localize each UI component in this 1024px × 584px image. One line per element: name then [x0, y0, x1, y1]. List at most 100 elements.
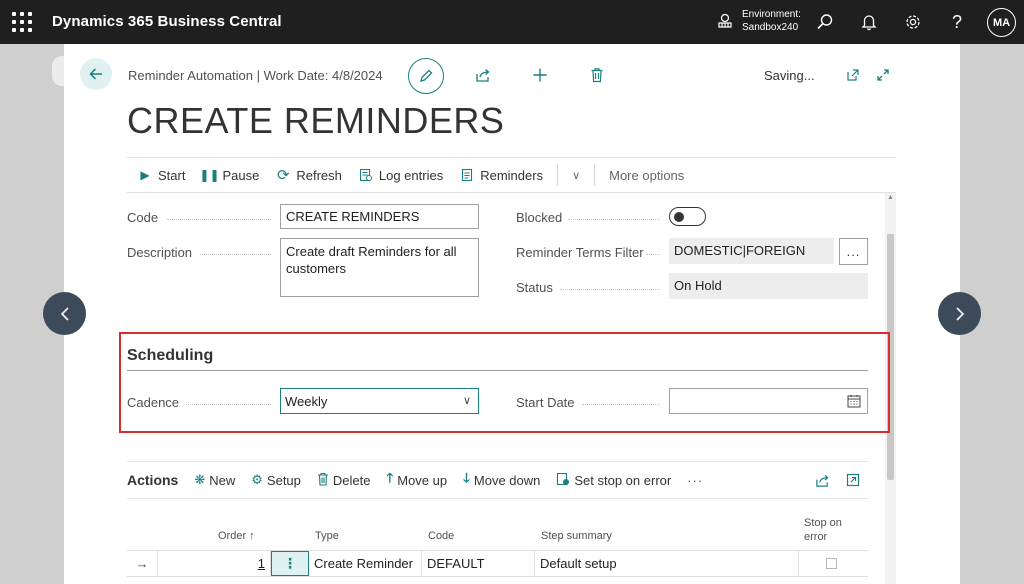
open-new-window-icon[interactable]: [842, 64, 864, 86]
column-header-type[interactable]: Type: [315, 530, 339, 542]
play-icon: ▶: [140, 168, 150, 182]
leader-dots: [167, 219, 271, 220]
environment-value: Sandbox240: [742, 22, 799, 33]
stop-on-error-checkbox[interactable]: [826, 558, 837, 569]
stop-on-error-icon: [556, 472, 570, 489]
focus-mode-icon[interactable]: [844, 471, 862, 489]
description-field[interactable]: Create draft Reminders for all customers: [280, 238, 479, 297]
table-row[interactable]: → 1 ⋮ Create Reminder DEFAULT Default se…: [127, 550, 868, 577]
order-cell[interactable]: 1: [158, 551, 271, 576]
more-options-button[interactable]: More options: [609, 168, 684, 183]
expand-icon[interactable]: [872, 64, 894, 86]
leader-dots: [646, 254, 660, 255]
user-avatar[interactable]: MA: [987, 8, 1016, 37]
setup-label: Setup: [266, 472, 301, 488]
environment-label: Environment:: [742, 9, 801, 20]
pause-action[interactable]: ❚❚ Pause: [199, 167, 260, 183]
arrow-up-icon: 🡑: [386, 470, 394, 485]
new-action[interactable]: ❋ New: [194, 472, 235, 488]
delete-label: Delete: [332, 472, 371, 488]
new-plus-icon[interactable]: [529, 64, 551, 86]
move-down-action[interactable]: 🡓 Move down: [463, 469, 540, 491]
status-label: Status: [516, 280, 553, 295]
column-header-order[interactable]: Order ↑: [218, 530, 255, 542]
terms-filter-assist-button[interactable]: ...: [839, 238, 868, 265]
move-up-label: Move up: [397, 472, 448, 488]
reminders-action[interactable]: Reminders: [460, 168, 543, 183]
action-separator: [557, 164, 559, 186]
description-label: Description: [127, 245, 193, 260]
app-launcher-icon[interactable]: [12, 12, 32, 32]
type-cell[interactable]: Create Reminder: [309, 551, 422, 576]
top-bar: Dynamics 365 Business Central Environmen…: [0, 0, 1024, 44]
start-label: Start: [158, 167, 186, 183]
set-stop-on-error-label: Set stop on error: [574, 472, 672, 488]
set-stop-on-error-action[interactable]: Set stop on error: [556, 472, 671, 489]
actions-section-title[interactable]: Actions: [127, 472, 178, 488]
status-field: On Hold: [669, 273, 868, 299]
column-header-code[interactable]: Code: [428, 530, 454, 542]
column-header-step-summary[interactable]: Step summary: [541, 530, 612, 542]
row-selected-arrow-icon: →: [127, 551, 158, 576]
start-date-label: Start Date: [516, 395, 575, 410]
log-entries-action[interactable]: Log entries: [359, 168, 443, 183]
blocked-toggle[interactable]: [669, 207, 706, 226]
environment-indicator[interactable]: Environment: Sandbox240: [716, 8, 801, 34]
row-actions-menu-icon[interactable]: ⋮: [271, 551, 309, 576]
scheduling-highlight-box: [119, 332, 890, 433]
next-record-chevron-right-icon[interactable]: [938, 292, 981, 335]
arrow-down-icon: 🡓: [463, 470, 470, 485]
share-icon[interactable]: [472, 64, 494, 86]
reminder-terms-filter-label: Reminder Terms Filter: [516, 245, 644, 260]
log-entries-label: Log entries: [378, 167, 444, 183]
start-action[interactable]: ▶ Start: [138, 168, 185, 183]
refresh-icon: ⟳: [277, 167, 290, 184]
delete-action[interactable]: Delete: [317, 472, 371, 489]
start-date-field[interactable]: [669, 388, 868, 414]
leader-dots: [186, 404, 271, 405]
cadence-select[interactable]: Weekly ∨: [280, 388, 479, 414]
column-header-stop-on-error[interactable]: Stop on error: [804, 516, 854, 544]
setup-action[interactable]: ⚙ Setup: [251, 472, 301, 488]
code-cell[interactable]: DEFAULT: [422, 551, 535, 576]
more-actions-button[interactable]: ···: [687, 473, 703, 488]
refresh-label: Refresh: [296, 167, 342, 183]
blocked-label: Blocked: [516, 210, 563, 225]
action-separator: [594, 164, 596, 186]
help-icon[interactable]: ?: [947, 12, 967, 32]
previous-record-chevron-left-icon[interactable]: [43, 292, 86, 335]
scheduling-section-title[interactable]: Scheduling: [127, 347, 213, 365]
cadence-value: Weekly: [285, 394, 328, 409]
chevron-down-icon[interactable]: ∨: [572, 169, 580, 182]
reminder-terms-filter-field[interactable]: DOMESTIC|FOREIGN: [669, 238, 834, 264]
delete-trash-icon[interactable]: [586, 64, 608, 86]
setup-gears-icon: ⚙: [251, 472, 263, 487]
leader-dots: [200, 254, 271, 255]
step-summary-cell[interactable]: Default setup: [535, 551, 799, 576]
leader-dots: [568, 219, 660, 220]
actions-subpage-bar: Actions ❋ New ⚙ Setup Delete 🡑 Move up 🡓…: [127, 461, 868, 499]
previous-card-edge: [52, 56, 64, 86]
settings-gear-icon[interactable]: [903, 12, 923, 32]
back-arrow-icon[interactable]: [80, 58, 112, 90]
refresh-action[interactable]: ⟳ Refresh: [276, 166, 342, 184]
new-label: New: [209, 472, 236, 488]
search-icon[interactable]: [815, 12, 835, 32]
scroll-up-icon[interactable]: ▲: [886, 194, 895, 203]
code-field[interactable]: CREATE REMINDERS: [280, 204, 479, 229]
share-icon[interactable]: [813, 471, 831, 489]
notification-bell-icon[interactable]: [859, 12, 879, 32]
reminders-label: Reminders: [480, 167, 544, 183]
cadence-label: Cadence: [127, 395, 180, 410]
section-divider: [127, 370, 868, 371]
breadcrumb: Reminder Automation | Work Date: 4/8/202…: [128, 68, 383, 83]
app-name[interactable]: Dynamics 365 Business Central: [52, 13, 282, 30]
environment-icon: [718, 13, 732, 28]
delete-trash-icon: [317, 472, 329, 489]
move-up-action[interactable]: 🡑 Move up: [386, 469, 447, 491]
calendar-icon[interactable]: [847, 394, 861, 408]
leader-dots: [560, 289, 660, 290]
pause-label: Pause: [222, 167, 260, 183]
log-entries-icon: [359, 168, 373, 182]
edit-pencil-icon[interactable]: [408, 58, 444, 94]
